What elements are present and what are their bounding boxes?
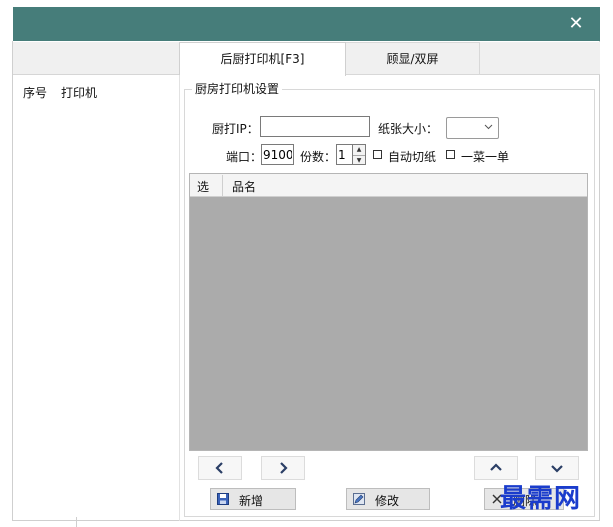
- edit-button[interactable]: 修改: [346, 488, 430, 510]
- dish-grid[interactable]: [189, 173, 588, 451]
- chevron-up-icon: [490, 463, 502, 471]
- next-page-button[interactable]: [261, 456, 305, 480]
- port-label: 端口：: [226, 150, 263, 164]
- close-button[interactable]: ✕: [564, 12, 588, 36]
- edit-label: 修改: [375, 494, 400, 508]
- spin-up-icon[interactable]: ▲: [353, 145, 365, 154]
- grid-header-divider: [222, 175, 223, 196]
- title-bar: ✕: [13, 7, 600, 41]
- add-button[interactable]: 新增: [210, 488, 296, 510]
- ip-label: 厨打IP：: [212, 122, 259, 136]
- auto-cut-label: 自动切纸: [388, 150, 437, 164]
- paper-size-select[interactable]: [446, 117, 499, 139]
- watermark: 最需网: [500, 484, 582, 514]
- printer-list[interactable]: [13, 75, 180, 521]
- save-icon: [217, 493, 229, 505]
- list-header-printer: 打印机: [61, 86, 98, 100]
- chevron-down-icon: [551, 465, 563, 473]
- copies-input[interactable]: [336, 144, 352, 165]
- copies-spinner[interactable]: ▲ ▼: [352, 144, 366, 165]
- one-dish-checkbox[interactable]: [446, 150, 455, 159]
- paper-size-label: 纸张大小：: [378, 122, 439, 136]
- auto-cut-checkbox[interactable]: [373, 150, 382, 159]
- divider: [76, 517, 77, 527]
- move-down-button[interactable]: [535, 456, 579, 480]
- grid-header-select[interactable]: 选: [197, 178, 209, 195]
- port-input[interactable]: [261, 144, 294, 165]
- grid-header-name[interactable]: 品名: [232, 178, 256, 195]
- ip-input[interactable]: [260, 116, 370, 137]
- one-dish-label: 一菜一单: [461, 150, 510, 164]
- list-header-seq: 序号: [23, 86, 48, 100]
- tab-customer-display[interactable]: 顾显/双屏: [346, 42, 480, 75]
- prev-page-button[interactable]: [198, 456, 242, 480]
- chevron-down-icon: [484, 122, 493, 134]
- add-label: 新增: [239, 494, 264, 508]
- copies-label: 份数：: [300, 150, 337, 164]
- move-up-button[interactable]: [474, 456, 518, 480]
- group-title: 厨房打印机设置: [192, 80, 283, 97]
- chevron-right-icon: [280, 462, 288, 474]
- chevron-left-icon: [215, 462, 223, 474]
- edit-icon: [353, 493, 365, 505]
- spin-down-icon[interactable]: ▼: [353, 155, 365, 165]
- tab-kitchen-printer[interactable]: 后厨打印机[F3]: [179, 42, 346, 76]
